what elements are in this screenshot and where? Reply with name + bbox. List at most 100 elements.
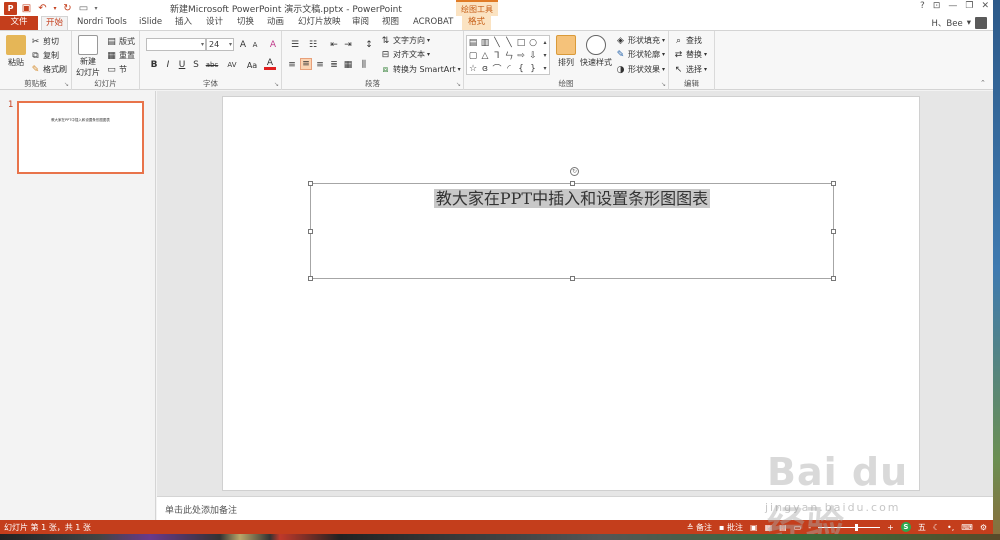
title-placeholder[interactable]: ↻ 教大家在PPT中插入和设置条形图图表	[308, 167, 836, 281]
tab-home[interactable]: 开始	[41, 16, 69, 30]
increase-indent-icon[interactable]: ⇥	[342, 39, 354, 51]
layout-button[interactable]: ▤ 版式	[106, 36, 135, 47]
slide-thumbnail[interactable]: 教大家在PPT中插入和设置条形图图表	[17, 101, 144, 174]
new-slide-button[interactable]: 新建 幻灯片	[76, 35, 100, 77]
rounded-rect-shape-icon[interactable]: ▢	[467, 49, 479, 62]
line-spacing-icon[interactable]: ↕	[360, 39, 378, 51]
shrink-font-button[interactable]: A	[249, 39, 261, 51]
font-color-button[interactable]: A	[264, 58, 276, 70]
font-name-combo[interactable]: ▾	[146, 38, 206, 51]
line-shape-icon[interactable]: ╲	[491, 36, 503, 49]
tab-review[interactable]: 审阅	[352, 16, 369, 30]
tab-acrobat[interactable]: ACROBAT	[413, 16, 453, 30]
arrow-right-shape-icon[interactable]: ⇨	[515, 49, 527, 62]
distributed-icon[interactable]: ▦	[342, 59, 354, 71]
arrange-button[interactable]: 排列	[556, 35, 576, 68]
slide-title[interactable]: 教大家在PPT中插入和设置条形图图表	[433, 189, 711, 208]
shape-effects-button[interactable]: ◑ 形状效果 ▾	[615, 64, 665, 75]
gallery-down-icon[interactable]: ▾	[539, 49, 551, 62]
minimize-button[interactable]: —	[948, 1, 957, 11]
ime-mode[interactable]: 五	[918, 522, 926, 533]
brace-left-shape-icon[interactable]: {	[515, 62, 527, 75]
tab-file[interactable]: 文件	[0, 16, 38, 30]
slideshow-view-icon[interactable]: ▭	[794, 523, 802, 532]
arc-shape-icon[interactable]: ◜	[503, 62, 515, 75]
connector-shape-icon[interactable]: ⅂	[491, 49, 503, 62]
undo-icon[interactable]: ↶	[36, 2, 49, 15]
notes-toggle-button[interactable]: ≙ 备注	[687, 522, 712, 533]
decrease-indent-icon[interactable]: ⇤	[328, 39, 340, 51]
tab-nordri-tools[interactable]: Nordri Tools	[77, 16, 127, 30]
italic-button[interactable]: I	[162, 59, 174, 71]
star-shape-icon[interactable]: ☆	[467, 62, 479, 75]
paste-button[interactable]: 粘贴	[6, 35, 26, 68]
settings-icon[interactable]: ⚙	[980, 523, 987, 532]
arrow-down-shape-icon[interactable]: ⇩	[527, 49, 539, 62]
notes-pane[interactable]: 单击此处添加备注	[157, 496, 993, 520]
resize-handle-se[interactable]	[831, 276, 836, 281]
tab-transitions[interactable]: 切换	[237, 16, 254, 30]
paragraph-launcher-icon[interactable]: ↘	[456, 81, 461, 88]
font-size-combo[interactable]: 24 ▾	[206, 38, 234, 51]
oval-shape-icon[interactable]: ○	[527, 36, 539, 49]
numbering-icon[interactable]: ☷	[304, 39, 322, 51]
find-button[interactable]: ⌕ 查找	[673, 35, 702, 46]
shape-fill-button[interactable]: ◈ 形状填充 ▾	[615, 35, 665, 46]
clear-formatting-button[interactable]: A	[267, 39, 279, 51]
bold-button[interactable]: B	[148, 59, 160, 71]
slide-sorter-view-icon[interactable]: ▦	[765, 523, 773, 532]
grow-font-button[interactable]: A	[237, 39, 249, 51]
section-button[interactable]: ▭ 节	[106, 64, 127, 75]
textbox-shape-icon[interactable]: ▤	[467, 36, 479, 49]
replace-button[interactable]: ⇄ 替换 ▾	[673, 49, 707, 60]
tab-islide[interactable]: iSlide	[139, 16, 162, 30]
rectangle-shape-icon[interactable]: □	[515, 36, 527, 49]
text-shadow-button[interactable]: S	[190, 59, 202, 71]
gallery-more-icon[interactable]: ▾	[539, 62, 551, 75]
triangle-shape-icon[interactable]: △	[479, 49, 491, 62]
shape-outline-button[interactable]: ✎ 形状轮廓 ▾	[615, 49, 665, 60]
reading-view-icon[interactable]: ▤	[779, 523, 787, 532]
start-slideshow-icon[interactable]: ▭	[77, 2, 90, 15]
smartart-button[interactable]: ⧈ 转换为 SmartArt ▾	[380, 64, 461, 75]
zoom-slider[interactable]	[818, 523, 881, 531]
freeform-shape-icon[interactable]: ɞ	[479, 62, 491, 75]
format-painter-button[interactable]: ✎ 格式刷	[30, 64, 67, 75]
undo-dropdown-icon[interactable]: ▾	[52, 2, 58, 15]
strikethrough-button[interactable]: abc	[204, 59, 220, 71]
copy-button[interactable]: ⧉ 复制	[30, 50, 59, 61]
textbox-vertical-shape-icon[interactable]: ▥	[479, 36, 491, 49]
drawing-launcher-icon[interactable]: ↘	[661, 81, 666, 88]
line-shape-icon[interactable]: ╲	[503, 36, 515, 49]
restore-button[interactable]: ❐	[965, 1, 973, 11]
justify-icon[interactable]: ≣	[328, 59, 340, 71]
help-button[interactable]: ?	[920, 1, 925, 11]
rotate-handle-icon[interactable]: ↻	[570, 167, 579, 176]
align-right-icon[interactable]: ≡	[314, 59, 326, 71]
underline-button[interactable]: U	[176, 59, 188, 71]
resize-handle-s[interactable]	[570, 276, 575, 281]
user-account[interactable]: H、Bee ▾	[932, 16, 987, 30]
ime-logo-icon[interactable]: S	[900, 522, 911, 532]
brace-right-shape-icon[interactable]: }	[527, 62, 539, 75]
close-button[interactable]: ✕	[981, 1, 989, 11]
customize-qat-icon[interactable]: ▾	[93, 2, 99, 15]
tab-design[interactable]: 设计	[206, 16, 223, 30]
text-direction-button[interactable]: ⇅ 文字方向 ▾	[380, 35, 430, 46]
columns-icon[interactable]: ⫼	[358, 59, 370, 71]
resize-handle-sw[interactable]	[308, 276, 313, 281]
tab-format[interactable]: 格式	[462, 16, 492, 30]
curve-shape-icon[interactable]: ⌒	[491, 62, 503, 75]
tab-view[interactable]: 视图	[382, 16, 399, 30]
ribbon-display-options-icon[interactable]: ⊡	[933, 1, 941, 11]
comments-toggle-button[interactable]: ▪ 批注	[719, 522, 743, 533]
zoom-out-button[interactable]: -	[808, 523, 811, 532]
cut-button[interactable]: ✂ 剪切	[30, 36, 59, 47]
align-text-button[interactable]: ⊟ 对齐文本 ▾	[380, 49, 430, 60]
keyboard-icon[interactable]: ⌨	[961, 523, 973, 532]
align-left-icon[interactable]: ≡	[286, 59, 298, 71]
zoom-slider-thumb[interactable]	[855, 523, 859, 531]
save-icon[interactable]: ▣	[20, 2, 33, 15]
moon-icon[interactable]: ☾	[933, 523, 940, 532]
gallery-up-icon[interactable]: ▴	[539, 36, 551, 49]
